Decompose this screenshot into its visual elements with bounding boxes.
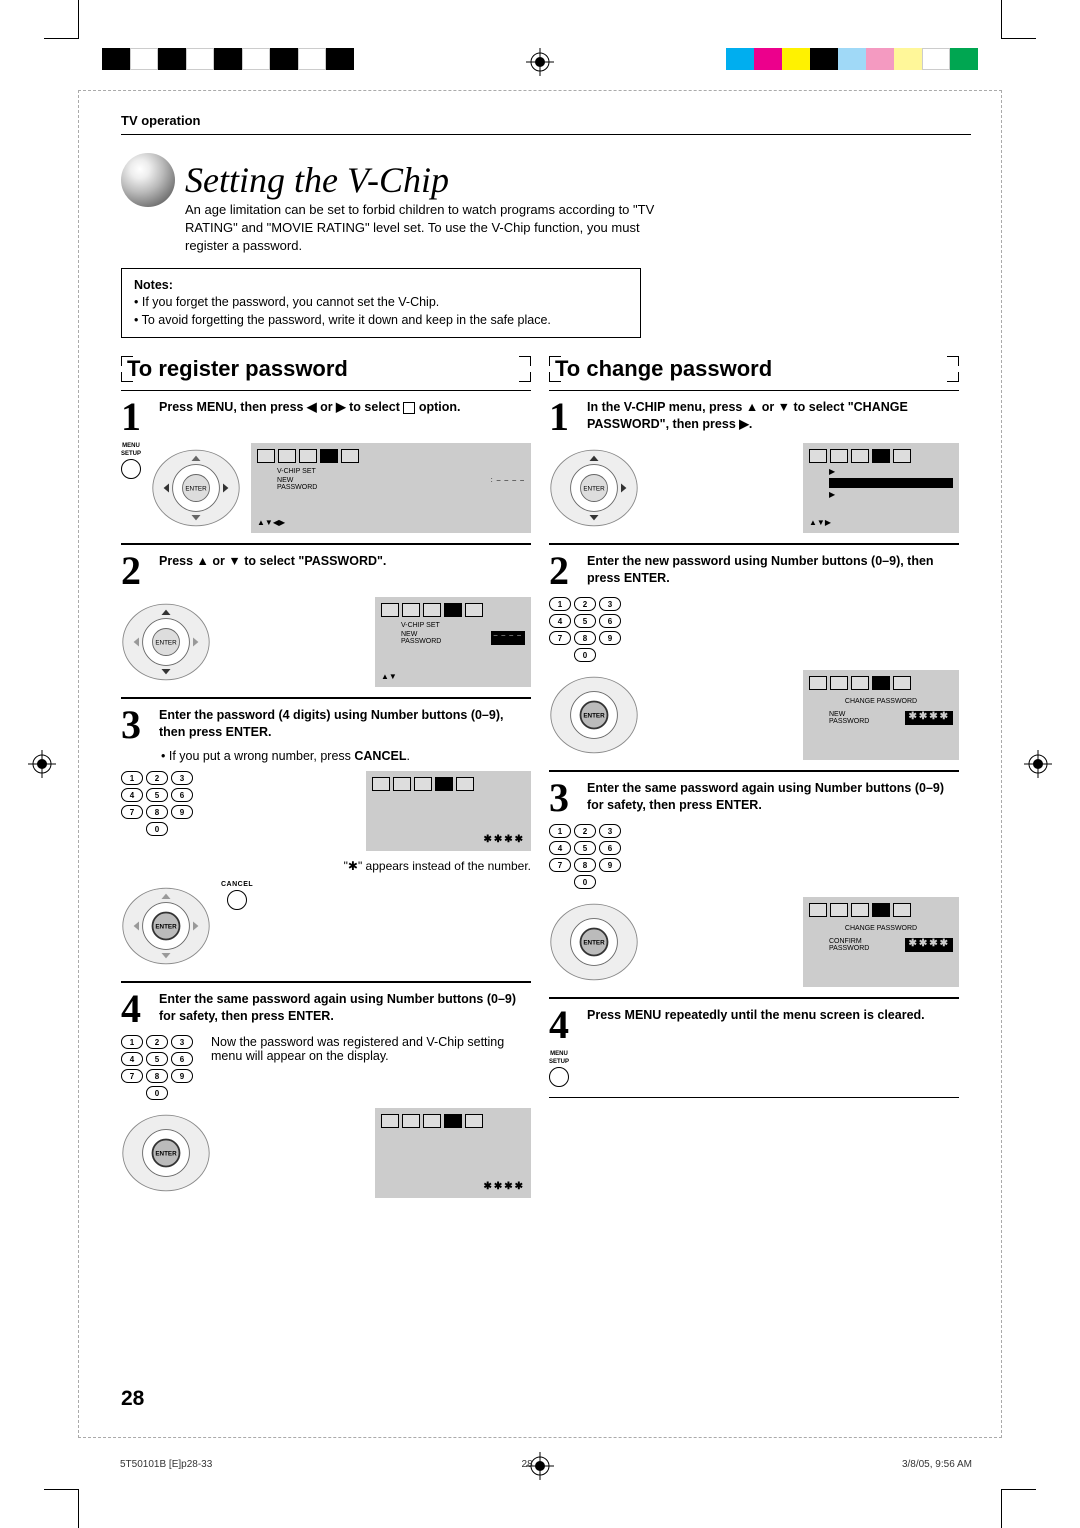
- step-text: Enter the password (4 digits) using Numb…: [159, 707, 531, 743]
- osd-illus: V-CHIP SET NEWPASSWORD: – – – – ▲▼◀▶: [251, 443, 531, 533]
- svg-text:ENTER: ENTER: [583, 486, 605, 493]
- column-heading: To register password: [121, 356, 531, 382]
- svg-text:ENTER: ENTER: [155, 640, 177, 647]
- keypad-illus: 1234567890: [549, 597, 621, 662]
- step-text: In the V-CHIP menu, press ▲ or ▼ to sele…: [587, 399, 959, 435]
- svg-text:ENTER: ENTER: [583, 940, 605, 947]
- step-result-note: Now the password was registered and V-Ch…: [211, 1035, 511, 1100]
- step-text: Press MENU, then press ◀ or ▶ to select …: [159, 399, 531, 435]
- registration-mark-top: [526, 48, 554, 76]
- step-number: 3: [549, 780, 579, 816]
- osd-illus: ▶ ▶ ▲▼▶: [803, 443, 959, 533]
- dpad-illus: ENTER: [549, 897, 639, 987]
- step-4-register: 4 Enter the same password again using Nu…: [121, 982, 531, 1208]
- step-1-register: 1 Press MENU, then press ◀ or ▶ to selec…: [121, 390, 531, 544]
- step-3-change: 3 Enter the same password again using Nu…: [549, 771, 959, 998]
- column-heading: To change password: [549, 356, 959, 382]
- intro-text: An age limitation can be set to forbid c…: [185, 201, 665, 256]
- crop-marks-top: [0, 0, 1080, 90]
- notes-heading: Notes:: [134, 277, 628, 295]
- notes-item: • To avoid forgetting the password, writ…: [134, 312, 628, 330]
- section-header: TV operation: [121, 113, 971, 128]
- color-bar-left: [102, 48, 354, 70]
- dpad-illus: ENTER: [121, 597, 211, 687]
- dpad-illus: ENTER: [549, 670, 639, 760]
- step-number: 3: [121, 707, 151, 743]
- step-number: 2: [121, 553, 151, 589]
- dpad-illus: ENTER: [121, 1108, 211, 1198]
- svg-text:ENTER: ENTER: [185, 486, 207, 493]
- step-number: 1: [121, 399, 151, 435]
- menu-button-illus: MENUSETUP: [121, 443, 141, 533]
- svg-text:ENTER: ENTER: [155, 924, 177, 931]
- color-bar-right: [726, 48, 978, 70]
- osd-illus: CHANGE PASSWORD NEWPASSWORD✱✱✱✱: [803, 670, 959, 760]
- step-number: 1: [549, 399, 579, 435]
- step-text: Enter the same password again using Numb…: [159, 991, 531, 1027]
- step-text: Enter the same password again using Numb…: [587, 780, 959, 816]
- page-number: 28: [121, 1387, 144, 1411]
- step-text: Press MENU repeatedly until the menu scr…: [587, 1007, 959, 1043]
- osd-illus: V-CHIP SET NEWPASSWORD– – – – ▲▼: [375, 597, 531, 687]
- vchip-tab-icon: [403, 402, 415, 414]
- dpad-illus: ENTER: [121, 881, 211, 971]
- divider: [121, 134, 971, 135]
- osd-illus: ✱✱✱✱: [366, 771, 531, 851]
- keypad-illus: 1234567890: [121, 771, 193, 851]
- keypad-illus: 1234567890: [121, 1035, 193, 1100]
- step-text: Enter the new password using Number butt…: [587, 553, 959, 589]
- osd-illus: ✱✱✱✱: [375, 1108, 531, 1198]
- page-frame: TV operation Setting the V-Chip An age l…: [78, 90, 1002, 1438]
- cancel-button-illus: CANCEL: [221, 881, 253, 971]
- svg-text:ENTER: ENTER: [155, 1151, 177, 1158]
- osd-illus: CHANGE PASSWORD CONFIRMPASSWORD✱✱✱✱: [803, 897, 959, 987]
- dpad-illus: ENTER: [151, 443, 241, 533]
- step-4-change: 4 Press MENU repeatedly until the menu s…: [549, 998, 959, 1098]
- registration-mark-left: [28, 750, 56, 778]
- keypad-illus: 1234567890: [549, 824, 621, 889]
- notes-box: Notes: • If you forget the password, you…: [121, 268, 641, 339]
- step-number: 4: [121, 991, 151, 1027]
- page-title: Setting the V-Chip: [185, 159, 449, 201]
- dpad-illus: ENTER: [549, 443, 639, 533]
- column-heading-frame: To register password: [121, 356, 531, 382]
- step-number: 4: [549, 1007, 579, 1043]
- decorative-sphere-icon: [121, 153, 175, 207]
- crop-marks-bottom: [0, 1438, 1080, 1528]
- step-note: • If you put a wrong number, press CANCE…: [161, 749, 461, 763]
- registration-mark-right: [1024, 750, 1052, 778]
- step-2-register: 2 Press ▲ or ▼ to select "PASSWORD". ENT…: [121, 544, 531, 698]
- star-note: "✱" appears instead of the number.: [121, 859, 531, 873]
- step-2-change: 2 Enter the new password using Number bu…: [549, 544, 959, 771]
- step-text: Press ▲ or ▼ to select "PASSWORD".: [159, 553, 531, 589]
- svg-text:ENTER: ENTER: [583, 713, 605, 720]
- step-1-change: 1 In the V-CHIP menu, press ▲ or ▼ to se…: [549, 390, 959, 544]
- step-number: 2: [549, 553, 579, 589]
- notes-item: • If you forget the password, you cannot…: [134, 294, 628, 312]
- column-heading-frame: To change password: [549, 356, 959, 382]
- step-3-register: 3 Enter the password (4 digits) using Nu…: [121, 698, 531, 982]
- menu-button-illus: MENUSETUP: [549, 1051, 569, 1087]
